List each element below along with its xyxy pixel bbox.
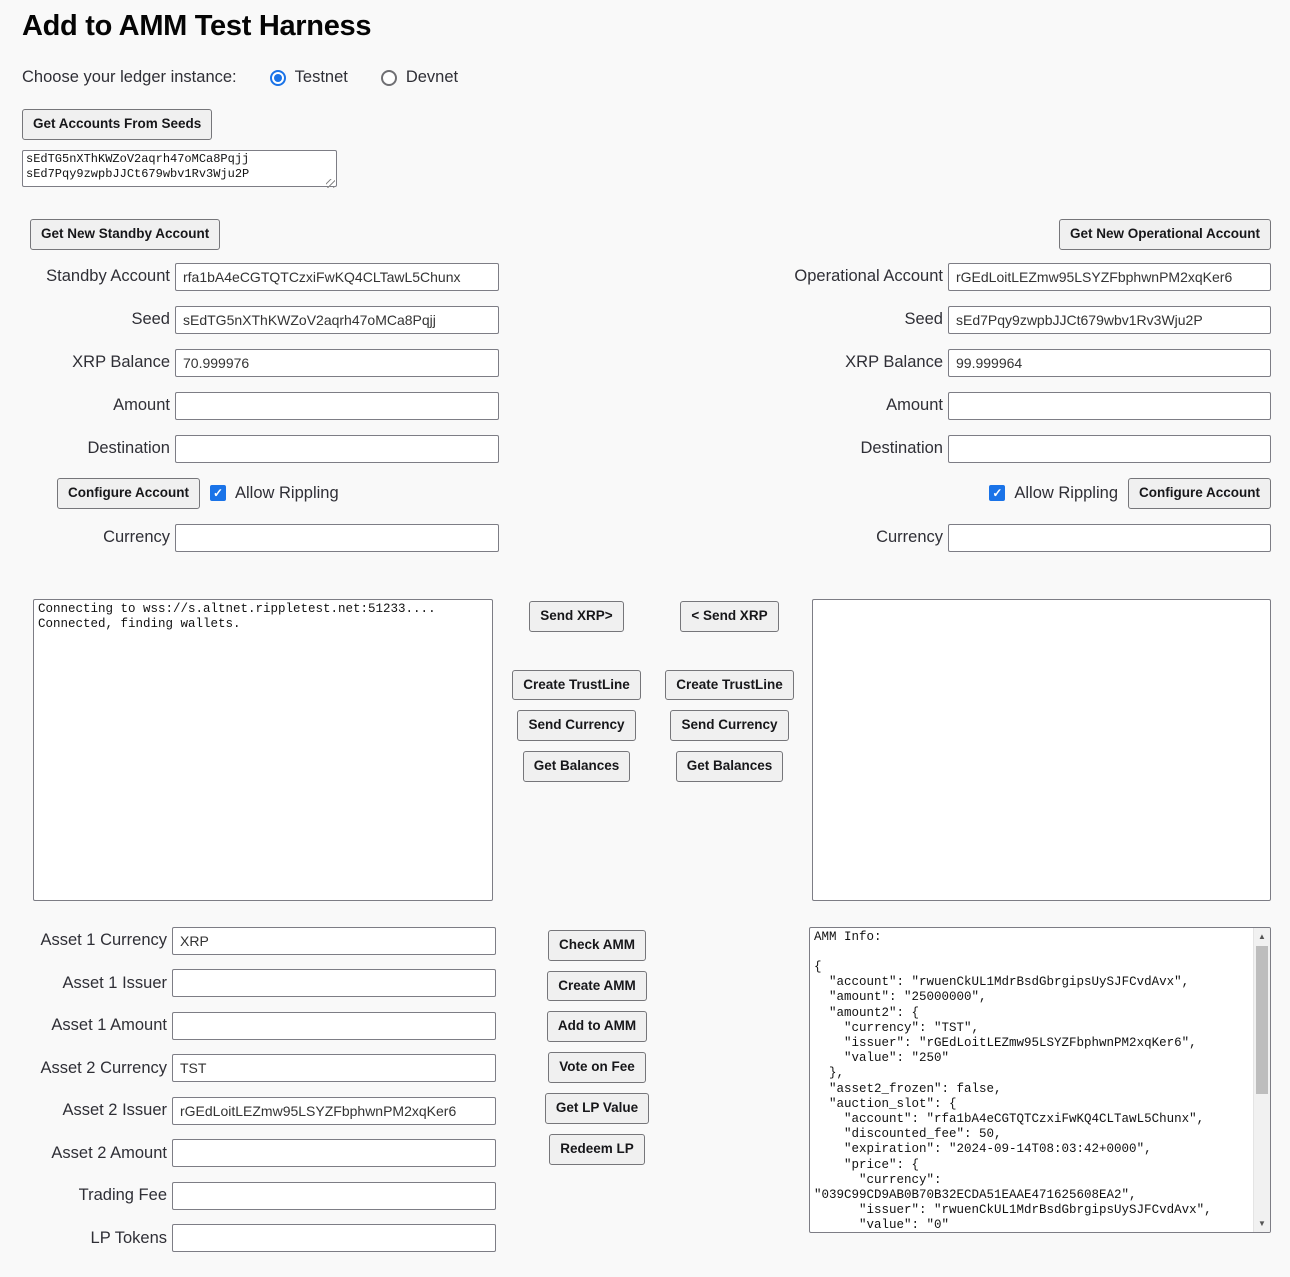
standby-currency-input[interactable] <box>175 524 499 552</box>
operational-account-section: Get New Operational Account Operational … <box>773 219 1271 567</box>
asset2-amount-input[interactable] <box>172 1139 496 1167</box>
standby-seed-input[interactable] <box>175 306 499 334</box>
operational-currency-label: Currency <box>773 528 948 547</box>
create-amm-button[interactable]: Create AMM <box>547 971 647 1002</box>
ledger-chooser-label: Choose your ledger instance: <box>22 68 237 87</box>
standby-destination-label: Destination <box>22 439 175 458</box>
page-title: Add to AMM Test Harness <box>22 10 1271 43</box>
operational-allow-rippling-checkbox[interactable] <box>989 485 1005 501</box>
standby-allow-rippling-label: Allow Rippling <box>235 484 339 503</box>
asset1-issuer-label: Asset 1 Issuer <box>22 974 172 993</box>
devnet-radio-label: Devnet <box>406 68 458 87</box>
radio-option-devnet[interactable]: Devnet <box>381 68 458 87</box>
operational-transfer-buttons: < Send XRP Create TrustLine Send Currenc… <box>656 599 804 793</box>
amm-fields-section: Asset 1 Currency Asset 1 Issuer Asset 1 … <box>22 927 522 1267</box>
operational-amount-label: Amount <box>773 396 948 415</box>
amm-test-harness-page: Add to AMM Test Harness Choose your ledg… <box>0 0 1290 1277</box>
lp-tokens-input[interactable] <box>172 1224 496 1252</box>
operational-destination-label: Destination <box>773 439 948 458</box>
redeem-lp-button[interactable]: Redeem LP <box>549 1134 645 1165</box>
ledger-chooser: Choose your ledger instance: Testnet Dev… <box>22 68 1271 87</box>
asset1-currency-label: Asset 1 Currency <box>22 931 172 950</box>
asset1-amount-input[interactable] <box>172 1012 496 1040</box>
testnet-radio[interactable] <box>270 70 286 86</box>
asset2-currency-input[interactable] <box>172 1054 496 1082</box>
standby-allow-rippling-group: Allow Rippling <box>210 484 339 503</box>
operational-get-balances-button[interactable]: Get Balances <box>676 751 784 782</box>
testnet-radio-label: Testnet <box>295 68 348 87</box>
seeds-textarea[interactable]: sEdTG5nXThKWZoV2aqrh47oMCa8Pqjj sEd7Pqy9… <box>22 150 337 187</box>
operational-amount-input[interactable] <box>948 392 1271 420</box>
standby-get-balances-button[interactable]: Get Balances <box>523 751 631 782</box>
standby-account-input[interactable] <box>175 263 499 291</box>
standby-console-textarea[interactable]: Connecting to wss://s.altnet.rippletest.… <box>33 599 493 901</box>
asset2-amount-label: Asset 2 Amount <box>22 1144 172 1163</box>
operational-account-input[interactable] <box>948 263 1271 291</box>
lp-tokens-label: LP Tokens <box>22 1229 172 1248</box>
standby-account-section: Get New Standby Account Standby Account … <box>22 219 522 567</box>
standby-configure-account-button[interactable]: Configure Account <box>57 478 200 509</box>
check-amm-button[interactable]: Check AMM <box>548 930 646 961</box>
standby-create-trustline-button[interactable]: Create TrustLine <box>512 670 641 701</box>
standby-seed-label: Seed <box>22 310 175 329</box>
scrollbar-up-arrow-icon[interactable]: ▲ <box>1254 928 1270 945</box>
operational-currency-input[interactable] <box>948 524 1271 552</box>
send-xrp-to-standby-button[interactable]: < Send XRP <box>680 601 778 632</box>
operational-account-label: Operational Account <box>773 267 948 286</box>
scrollbar-thumb[interactable] <box>1256 946 1268 1094</box>
asset2-issuer-label: Asset 2 Issuer <box>22 1101 172 1120</box>
standby-currency-label: Currency <box>22 528 175 547</box>
operational-xrp-balance-input[interactable] <box>948 349 1271 377</box>
get-lp-value-button[interactable]: Get LP Value <box>545 1093 649 1124</box>
operational-seed-input[interactable] <box>948 306 1271 334</box>
asset1-currency-input[interactable] <box>172 927 496 955</box>
operational-configure-account-button[interactable]: Configure Account <box>1128 478 1271 509</box>
get-new-standby-account-button[interactable]: Get New Standby Account <box>30 219 220 250</box>
operational-console-textarea[interactable] <box>812 599 1272 901</box>
standby-send-currency-button[interactable]: Send Currency <box>517 710 635 741</box>
transfer-buttons: Send XRP> Create TrustLine Send Currency… <box>493 599 812 793</box>
devnet-radio[interactable] <box>381 70 397 86</box>
amm-info-scrollbar[interactable]: ▲ ▼ <box>1253 928 1270 1232</box>
send-xrp-to-operational-button[interactable]: Send XRP> <box>529 601 623 632</box>
operational-allow-rippling-label: Allow Rippling <box>1014 484 1118 503</box>
operational-destination-input[interactable] <box>948 435 1271 463</box>
standby-amount-input[interactable] <box>175 392 499 420</box>
operational-seed-label: Seed <box>773 310 948 329</box>
asset2-issuer-input[interactable] <box>172 1097 496 1125</box>
operational-allow-rippling-group: Allow Rippling <box>989 484 1118 503</box>
standby-transfer-buttons: Send XRP> Create TrustLine Send Currency… <box>503 599 651 793</box>
trading-fee-label: Trading Fee <box>22 1186 172 1205</box>
radio-option-testnet[interactable]: Testnet <box>270 68 348 87</box>
add-to-amm-button[interactable]: Add to AMM <box>547 1011 647 1042</box>
standby-destination-input[interactable] <box>175 435 499 463</box>
standby-xrp-balance-input[interactable] <box>175 349 499 377</box>
operational-xrp-balance-label: XRP Balance <box>773 353 948 372</box>
asset1-amount-label: Asset 1 Amount <box>22 1016 172 1035</box>
get-new-operational-account-button[interactable]: Get New Operational Account <box>1059 219 1271 250</box>
get-accounts-from-seeds-button[interactable]: Get Accounts From Seeds <box>22 109 212 140</box>
standby-allow-rippling-checkbox[interactable] <box>210 485 226 501</box>
operational-create-trustline-button[interactable]: Create TrustLine <box>665 670 794 701</box>
asset2-currency-label: Asset 2 Currency <box>22 1059 172 1078</box>
amm-info-panel: AMM Info: { "account": "rwuenCkUL1MdrBsd… <box>809 927 1271 1233</box>
amm-info-text[interactable]: AMM Info: { "account": "rwuenCkUL1MdrBsd… <box>810 928 1253 1232</box>
trading-fee-input[interactable] <box>172 1182 496 1210</box>
standby-account-label: Standby Account <box>22 267 175 286</box>
amm-action-buttons: Check AMM Create AMM Add to AMM Vote on … <box>536 927 658 1175</box>
standby-xrp-balance-label: XRP Balance <box>22 353 175 372</box>
operational-send-currency-button[interactable]: Send Currency <box>670 710 788 741</box>
vote-on-fee-button[interactable]: Vote on Fee <box>548 1052 646 1083</box>
asset1-issuer-input[interactable] <box>172 969 496 997</box>
standby-amount-label: Amount <box>22 396 175 415</box>
scrollbar-down-arrow-icon[interactable]: ▼ <box>1254 1215 1270 1232</box>
